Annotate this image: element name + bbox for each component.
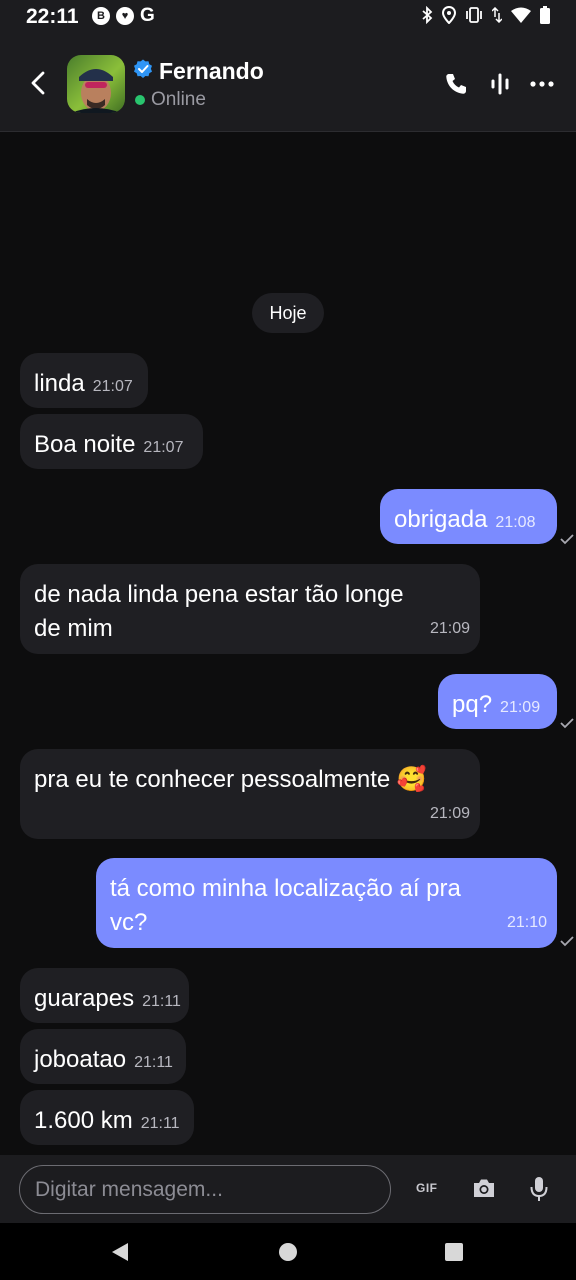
status-bar: 22:11 B ♥ G <box>0 0 576 34</box>
message-time: 21:08 <box>495 514 536 531</box>
message-text: de nada linda pena estar tão longe de mi… <box>34 581 404 642</box>
message-text: 1.600 km <box>34 1107 133 1134</box>
incoming-message[interactable]: pra eu te conhecer pessoalmente 🥰 21:09 <box>20 749 480 839</box>
message-text: Boa noite <box>34 431 136 458</box>
sent-check-icon <box>560 718 574 729</box>
system-navigation-bar <box>0 1223 576 1280</box>
message-time: 21:09 <box>429 620 470 637</box>
chat-heart-icon: ♥ <box>116 7 134 25</box>
message-time: 21:11 <box>142 993 181 1010</box>
bluetooth-icon <box>422 6 433 24</box>
message-time: 21:11 <box>134 1054 173 1071</box>
more-dots-icon <box>530 81 554 87</box>
message-text: obrigada <box>394 506 488 533</box>
message-time: 21:09 <box>500 699 541 716</box>
message-time: 21:10 <box>506 914 547 931</box>
notification-icons: B ♥ G <box>92 6 155 26</box>
message-composer: GIF <box>0 1155 576 1223</box>
incoming-message[interactable]: 1.600 km 21:11 <box>20 1090 194 1145</box>
message-time: 21:07 <box>143 439 184 456</box>
voice-room-button[interactable] <box>486 70 514 98</box>
vibrate-icon <box>466 7 482 23</box>
message-time: 21:07 <box>92 378 133 395</box>
location-icon <box>442 6 456 24</box>
gif-button[interactable]: GIF <box>416 1181 438 1195</box>
sent-check-icon <box>560 534 574 545</box>
message-list[interactable]: Hoje linda 21:07 Boa noite 21:07 obrigada 2… <box>0 133 576 1155</box>
chat-header: Fernando Online <box>0 34 576 132</box>
phone-icon <box>446 74 466 94</box>
microphone-icon[interactable] <box>530 1176 548 1202</box>
incoming-message[interactable]: linda 21:07 <box>20 353 148 408</box>
call-button[interactable] <box>442 70 470 98</box>
incoming-message[interactable]: de nada linda pena estar tão longe de mi… <box>20 564 480 654</box>
outgoing-message[interactable]: tá como minha localização aí pra vc? 21:1… <box>96 858 557 948</box>
sent-check-icon <box>560 936 574 947</box>
message-text: pra eu te conhecer pessoalmente 🥰 <box>34 766 427 793</box>
message-time: 21:11 <box>140 1115 180 1132</box>
more-options-button[interactable] <box>528 70 556 98</box>
system-icons <box>421 6 550 24</box>
message-text: joboatao <box>34 1046 127 1073</box>
nav-home-button[interactable] <box>279 1243 297 1261</box>
online-status-dot <box>135 95 145 105</box>
presence-label: Online <box>151 89 206 110</box>
avatar-image <box>71 69 121 113</box>
audio-wave-icon <box>491 73 509 95</box>
camera-icon[interactable] <box>472 1177 496 1199</box>
status-time: 22:11 <box>26 5 79 28</box>
message-text: pq? <box>452 691 493 718</box>
outgoing-message[interactable]: obrigada 21:08 <box>380 489 557 544</box>
message-input[interactable] <box>19 1165 391 1214</box>
incoming-message[interactable]: Boa noite 21:07 <box>20 414 203 469</box>
b-app-icon: B <box>92 7 110 25</box>
google-icon: G <box>140 5 155 26</box>
nav-back-icon[interactable] <box>110 1242 130 1262</box>
message-time: 21:09 <box>429 805 470 822</box>
back-button[interactable] <box>26 68 52 98</box>
outgoing-message[interactable]: pq? 21:09 <box>438 674 557 729</box>
incoming-message[interactable]: joboatao 21:11 <box>20 1029 186 1084</box>
verified-badge-icon <box>134 59 152 78</box>
contact-name[interactable]: Fernando <box>159 58 264 85</box>
message-text: guarapes <box>34 985 135 1012</box>
message-text: tá como minha localização aí pra vc? <box>110 875 461 936</box>
battery-icon <box>540 6 550 24</box>
data-arrows-icon <box>492 7 502 23</box>
avatar[interactable] <box>67 55 125 113</box>
message-text: linda <box>34 370 85 397</box>
date-separator: Hoje <box>252 293 324 333</box>
incoming-message[interactable]: guarapes 21:11 <box>20 968 189 1023</box>
wifi-icon <box>511 7 531 23</box>
nav-recents-button[interactable] <box>445 1243 463 1261</box>
